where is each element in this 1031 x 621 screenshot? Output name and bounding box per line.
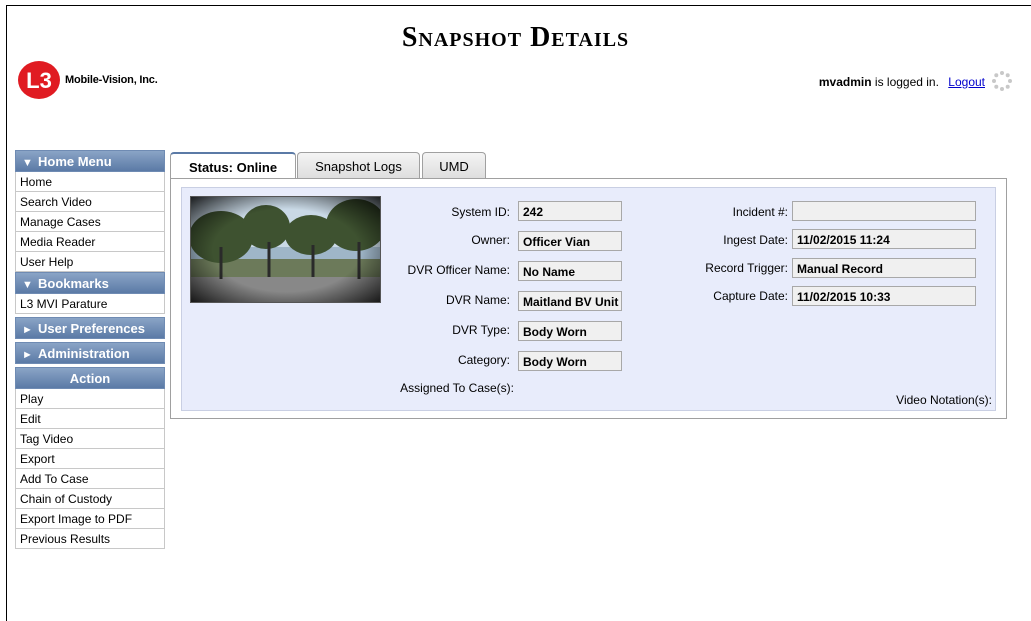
brand-logo: L3 Mobile-Vision, Inc.	[17, 60, 158, 100]
dvr-officer-name-field: No Name	[518, 261, 622, 281]
incident-number-field	[792, 201, 976, 221]
sidebar: ▼ Home Menu Home Search Video Manage Case…	[15, 150, 165, 549]
collapsed-triangle-icon: ►	[22, 349, 33, 361]
action-item-export-image-to-pdf[interactable]: Export Image to PDF	[15, 509, 165, 529]
category-label: Category:	[457, 353, 510, 367]
dvr-name-label: DVR Name:	[445, 293, 510, 307]
action-item-tag-video[interactable]: Tag Video	[15, 429, 165, 449]
action-item-edit[interactable]: Edit	[15, 409, 165, 429]
bookmarks-header[interactable]: ▼ Bookmarks	[15, 272, 165, 294]
details-panel: System ID: 242 Owner: Officer Vian DVR O…	[170, 178, 1007, 419]
record-trigger-field: Manual Record	[792, 258, 976, 278]
category-field: Body Worn	[518, 351, 622, 371]
dvr-type-label: DVR Type:	[452, 323, 510, 337]
system-id-field: 242	[518, 201, 622, 221]
username: mvadmin	[818, 75, 872, 89]
action-item-previous-results[interactable]: Previous Results	[15, 529, 165, 549]
action-header: Action	[15, 367, 165, 389]
snapshot-thumbnail[interactable]	[190, 196, 381, 303]
user-preferences-header[interactable]: ► User Preferences	[15, 317, 165, 339]
logged-in-text: is logged in.	[871, 75, 939, 89]
login-status: mvadmin is logged in. Logout	[819, 75, 985, 89]
home-menu-header[interactable]: ▼ Home Menu	[15, 150, 165, 172]
expanded-triangle-icon: ▼	[22, 157, 33, 169]
tab-snapshot-logs[interactable]: Snapshot Logs	[297, 152, 420, 180]
ingest-date-field: 11/02/2015 11:24	[792, 229, 976, 249]
system-id-label: System ID:	[451, 205, 510, 219]
loading-spinner-icon	[992, 71, 1012, 91]
video-notations-label: Video Notation(s):	[896, 393, 992, 407]
logo-lettering: L3	[26, 68, 52, 93]
page-title: Snapshot Details	[401, 22, 630, 53]
sidebar-item-media-reader[interactable]: Media Reader	[15, 232, 165, 252]
l3-logo-icon: L3	[18, 61, 60, 99]
tab-umd[interactable]: UMD	[422, 152, 486, 180]
owner-field: Officer Vian	[518, 231, 622, 251]
action-item-play[interactable]: Play	[15, 389, 165, 409]
action-item-chain-of-custody[interactable]: Chain of Custody	[15, 489, 165, 509]
dvr-officer-name-label: DVR Officer Name:	[407, 263, 510, 277]
logout-link[interactable]: Logout	[948, 75, 985, 89]
expanded-triangle-icon: ▼	[22, 279, 33, 291]
owner-label: Owner:	[471, 233, 510, 247]
record-trigger-label: Record Trigger:	[705, 261, 788, 275]
brand-name: Mobile-Vision, Inc.	[65, 74, 158, 86]
action-item-export[interactable]: Export	[15, 449, 165, 469]
details-content: System ID: 242 Owner: Officer Vian DVR O…	[181, 187, 996, 411]
capture-date-field: 11/02/2015 10:33	[792, 286, 976, 306]
sidebar-item-home[interactable]: Home	[15, 172, 165, 192]
action-item-add-to-case[interactable]: Add To Case	[15, 469, 165, 489]
sidebar-item-user-help[interactable]: User Help	[15, 252, 165, 272]
collapsed-triangle-icon: ►	[22, 324, 33, 336]
snapshot-image	[191, 197, 380, 302]
administration-header[interactable]: ► Administration	[15, 342, 165, 364]
capture-date-label: Capture Date:	[713, 289, 788, 303]
sidebar-item-manage-cases[interactable]: Manage Cases	[15, 212, 165, 232]
dvr-type-field: Body Worn	[518, 321, 622, 341]
dvr-name-field: Maitland BV Unit	[518, 291, 622, 311]
incident-number-label: Incident #:	[732, 205, 788, 219]
assigned-cases-label: Assigned To Case(s):	[400, 381, 514, 395]
sidebar-item-search-video[interactable]: Search Video	[15, 192, 165, 212]
ingest-date-label: Ingest Date:	[723, 233, 788, 247]
sidebar-item-l3-mvi-parature[interactable]: L3 MVI Parature	[15, 294, 165, 314]
